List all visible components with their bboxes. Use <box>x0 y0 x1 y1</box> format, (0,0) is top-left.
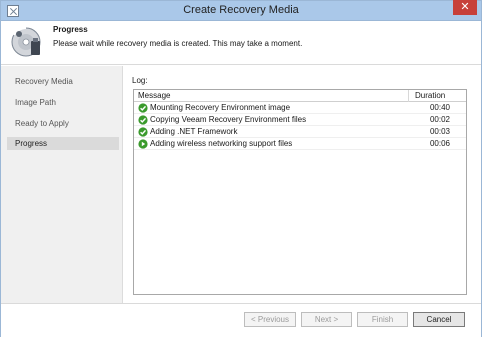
header-title: Progress <box>53 25 88 34</box>
table-row[interactable]: Adding wireless networking support files… <box>134 138 466 150</box>
column-header-message[interactable]: Message <box>138 91 170 100</box>
sidebar-item-recovery-media[interactable]: Recovery Media <box>7 75 119 88</box>
sidebar-item-ready-to-apply[interactable]: Ready to Apply <box>7 117 119 130</box>
recovery-media-icon <box>11 27 41 57</box>
close-button[interactable]: ✕ <box>453 0 477 15</box>
sidebar-item-image-path[interactable]: Image Path <box>7 96 119 109</box>
sidebar-item-progress[interactable]: Progress <box>7 137 119 150</box>
next-button[interactable]: Next > <box>301 312 352 327</box>
window-title: Create Recovery Media <box>183 4 299 16</box>
table-row[interactable]: Adding .NET Framework 00:03 <box>134 126 466 138</box>
row-message: Copying Veeam Recovery Environment files <box>150 115 307 124</box>
create-recovery-media-window: Create Recovery Media ✕ Progress Please … <box>0 0 482 338</box>
row-duration: 00:02 <box>429 115 450 124</box>
success-check-icon <box>138 115 148 125</box>
title-bar: Create Recovery Media ✕ <box>1 0 481 21</box>
row-duration: 00:40 <box>429 103 450 112</box>
header-description: Please wait while recovery media is crea… <box>53 39 303 48</box>
row-message: Mounting Recovery Environment image <box>150 103 291 112</box>
wizard-footer: < Previous Next > Finish Cancel <box>1 303 481 338</box>
log-table[interactable]: Message Duration Mounting Recovery Envir… <box>133 89 467 295</box>
success-check-icon <box>138 127 148 137</box>
wizard-header: Progress Please wait while recovery medi… <box>1 21 481 65</box>
cancel-button[interactable]: Cancel <box>413 312 465 327</box>
table-row[interactable]: Copying Veeam Recovery Environment files… <box>134 114 466 126</box>
wizard-steps-sidebar: Recovery Media Image Path Ready to Apply… <box>1 66 123 338</box>
success-check-icon <box>138 103 148 113</box>
finish-button[interactable]: Finish <box>357 312 408 327</box>
row-duration: 00:03 <box>429 127 450 136</box>
log-label: Log: <box>132 76 148 85</box>
row-message: Adding .NET Framework <box>150 127 238 136</box>
column-header-duration[interactable]: Duration <box>408 90 466 102</box>
previous-button[interactable]: < Previous <box>244 312 296 327</box>
row-message: Adding wireless networking support files <box>150 139 293 148</box>
row-duration: 00:06 <box>429 139 450 148</box>
log-table-header: Message Duration <box>134 90 466 102</box>
in-progress-play-icon <box>138 139 148 149</box>
table-row[interactable]: Mounting Recovery Environment image 00:4… <box>134 102 466 114</box>
